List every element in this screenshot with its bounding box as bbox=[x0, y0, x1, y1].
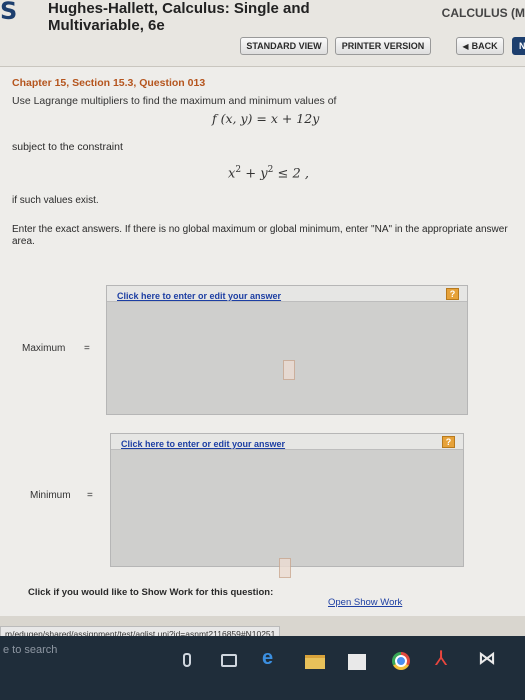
minimum-label: Minimum bbox=[30, 490, 71, 501]
maximum-label: Maximum bbox=[22, 343, 66, 354]
task-view-icon[interactable] bbox=[221, 654, 237, 667]
constraint-plus-y: + y bbox=[241, 166, 268, 182]
taskbar-search[interactable]: e to search bbox=[0, 644, 170, 670]
exact-answers-note: Enter the exact answers. If there is no … bbox=[12, 224, 508, 247]
constraint-label: subject to the constraint bbox=[12, 141, 123, 153]
maximum-answer-box[interactable]: Click here to enter or edit your answer … bbox=[106, 285, 468, 415]
acrobat-icon[interactable]: ⅄ bbox=[435, 646, 447, 671]
windows-taskbar: e to search e ⅄ ⋈ bbox=[0, 636, 525, 700]
show-work-prompt: Click if you would like to Show Work for… bbox=[28, 587, 274, 598]
visual-studio-icon[interactable]: ⋈ bbox=[478, 648, 496, 669]
constraint-expression: x2 + y2 ≤ 2 , bbox=[228, 165, 309, 181]
maximum-equals: = bbox=[84, 343, 90, 354]
book-title-line1: Hughes-Hallett, Calculus: Single and bbox=[48, 0, 310, 17]
standard-view-button[interactable]: STANDARD VIEW bbox=[240, 37, 328, 55]
book-title-line2: Multivariable, 6e bbox=[48, 17, 165, 34]
help-icon[interactable]: ? bbox=[442, 436, 455, 448]
header: S Hughes-Hallett, Calculus: Single and M… bbox=[0, 0, 525, 70]
maximum-input[interactable] bbox=[283, 360, 295, 380]
next-button[interactable]: N bbox=[512, 37, 525, 55]
edge-browser-icon[interactable]: e bbox=[262, 647, 273, 670]
help-icon[interactable]: ? bbox=[446, 288, 459, 300]
maximum-edit-link[interactable]: Click here to enter or edit your answer bbox=[117, 291, 281, 301]
course-brand: CALCULUS (M bbox=[441, 6, 525, 20]
microphone-icon[interactable] bbox=[183, 653, 191, 667]
publisher-logo: S bbox=[0, 0, 18, 25]
minimum-edit-link[interactable]: Click here to enter or edit your answer bbox=[121, 439, 285, 449]
constraint-rhs: ≤ 2 , bbox=[273, 166, 310, 182]
objective-function: f (x, y) = x + 12y bbox=[212, 111, 320, 126]
browser-status-bar: m/edugen/shared/assignment/test/aglist.u… bbox=[0, 616, 525, 640]
back-button[interactable]: ◀ BACK bbox=[456, 37, 504, 55]
minimum-equals: = bbox=[87, 490, 93, 501]
question-panel: Chapter 15, Section 15.3, Question 013 U… bbox=[0, 66, 525, 616]
chevron-left-icon: ◀ bbox=[462, 41, 469, 51]
minimum-answer-box[interactable]: Click here to enter or edit your answer … bbox=[110, 433, 464, 578]
back-label: BACK bbox=[471, 41, 498, 51]
file-explorer-icon[interactable] bbox=[305, 655, 325, 669]
chrome-icon[interactable] bbox=[392, 652, 410, 670]
store-icon[interactable] bbox=[348, 654, 366, 670]
open-show-work-link[interactable]: Open Show Work bbox=[328, 597, 402, 608]
printer-version-button[interactable]: PRINTER VERSION bbox=[335, 37, 431, 55]
exists-note: if such values exist. bbox=[12, 195, 99, 206]
book-title: Hughes-Hallett, Calculus: Single and Mul… bbox=[48, 0, 310, 34]
minimum-input[interactable] bbox=[279, 558, 291, 578]
question-title: Chapter 15, Section 15.3, Question 013 bbox=[12, 77, 206, 89]
question-instruction: Use Lagrange multipliers to find the max… bbox=[12, 95, 337, 107]
